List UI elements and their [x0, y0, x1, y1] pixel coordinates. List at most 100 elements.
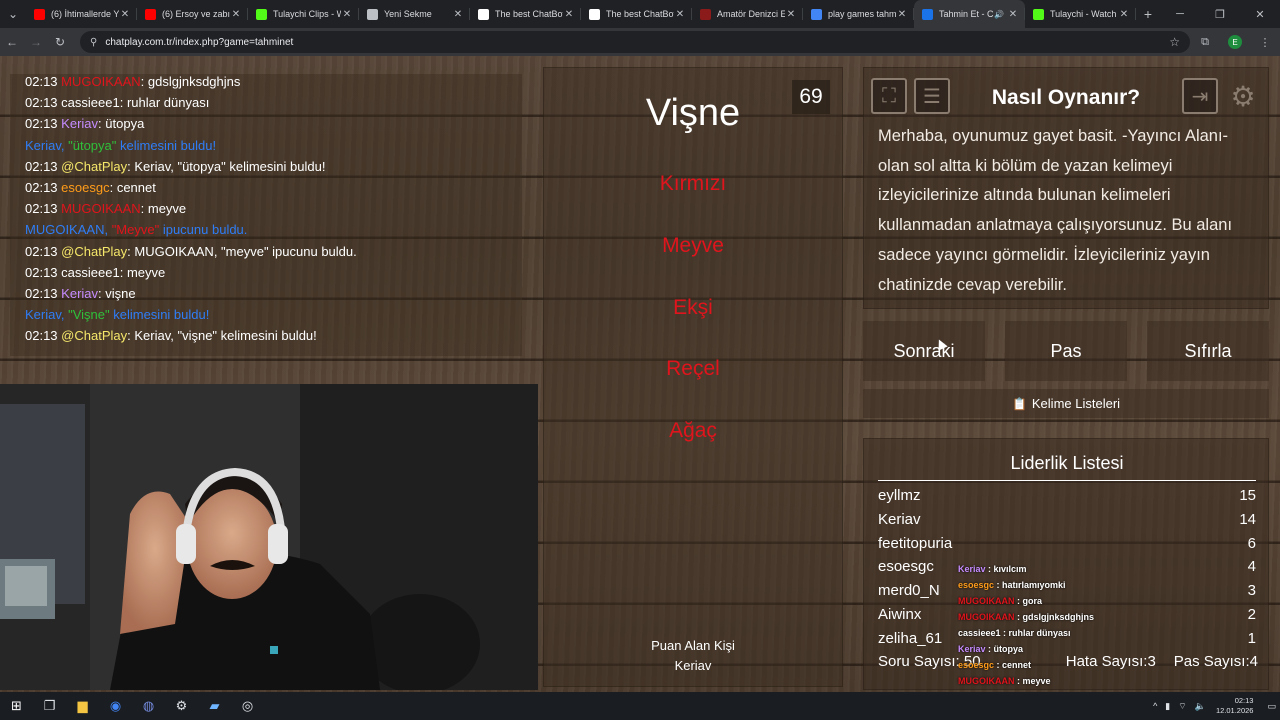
close-tab-icon[interactable]: ✕ [785, 9, 797, 20]
chat-text: kelimesini buldu! [116, 137, 217, 153]
tab-title: (6) İhtimallerde Ya [51, 9, 119, 19]
app-icon[interactable]: ▰ [198, 692, 231, 720]
chat-user: @ChatPlay [61, 328, 128, 344]
chat-user: @ChatPlay [61, 158, 128, 174]
chat-text: gdslgjnksdghjns [147, 74, 241, 89]
browser-tab[interactable]: (6) İhtimallerde Ya ✕ [26, 0, 137, 28]
browser-tab[interactable]: Tulaychi - Watch ✕ [1025, 0, 1136, 28]
chat-text: meyve [126, 264, 166, 280]
scorer-name: Keriav [674, 658, 712, 673]
browser-tab[interactable]: Yeni Sekme ✕ [359, 0, 470, 28]
chrome-icon[interactable]: ◉ [99, 692, 132, 720]
menu-kebab-icon[interactable]: ⋮ [1250, 36, 1280, 49]
browser-tab[interactable]: The best ChatBot ✕ [581, 0, 692, 28]
overlay-text: : ruhlar dünyası [1000, 628, 1071, 638]
close-tab-icon[interactable]: ✕ [896, 9, 908, 20]
player-score: 6 [1247, 534, 1256, 552]
overlay-user: esoesgc [958, 580, 995, 590]
close-tab-icon[interactable]: ✕ [119, 9, 131, 20]
banned-word: Meyve [662, 234, 724, 257]
next-button[interactable]: Sonraki [863, 321, 985, 381]
restore-icon[interactable]: ❐ [1200, 8, 1240, 21]
player-score: 15 [1239, 487, 1256, 504]
chat-message: 02:13 MUGOIKAAN: meyve [25, 198, 520, 219]
close-tab-icon[interactable]: ✕ [674, 9, 686, 20]
clock[interactable]: 02:13 12.01.2026 [1216, 696, 1254, 716]
chat-message: 02:13 esoesgc: cennet [25, 177, 520, 198]
notification-icon[interactable]: ▭ [1267, 701, 1276, 712]
player-name: feetitopuria [878, 534, 953, 552]
minimize-icon[interactable]: ─ [1160, 8, 1200, 21]
pass-button[interactable]: Pas [1005, 321, 1127, 381]
tab-title: Tulaychi - Watch [1050, 9, 1117, 19]
windows-start-icon[interactable]: ⊞ [0, 692, 33, 720]
site-info-icon[interactable]: ⚲ [90, 37, 97, 48]
chat-message: 02:13 @ChatPlay: Keriav, "vişne" kelimes… [25, 325, 520, 346]
overlay-text: : cennet [994, 660, 1032, 670]
chat-user: Keriav [61, 116, 99, 132]
overlay-chat-message: MUGOIKAAN : meyve [958, 673, 1158, 689]
extensions-icon[interactable]: ⧉ [1190, 36, 1220, 49]
word-lists-button[interactable]: 📋 Kelime Listeleri [863, 389, 1269, 418]
chat-text: cennet [116, 179, 156, 195]
tray-chevron-icon[interactable]: ^ [1153, 701, 1157, 711]
window-controls: ─ ❐ ✕ [1160, 8, 1280, 21]
chat-time: 02:13 [25, 328, 58, 344]
chat-text: kelimesini buldu! [109, 307, 210, 323]
bookmark-star-icon[interactable]: ☆ [1169, 35, 1180, 49]
how-to-play-title: Nasıl Oynanır? [991, 86, 1141, 109]
new-tab-icon[interactable]: + [1136, 6, 1160, 22]
player-name: zeliha_61 [878, 629, 943, 647]
reload-icon[interactable]: ↻ [48, 35, 72, 49]
back-arrow-icon[interactable]: ← [0, 35, 24, 49]
close-tab-icon[interactable]: ✕ [1007, 9, 1019, 20]
forward-arrow-icon[interactable]: → [24, 35, 48, 49]
network-icon[interactable]: ⌔ [1178, 701, 1186, 712]
tab-title: Amatör Denizci E [717, 9, 785, 19]
battery-icon[interactable]: ▮ [1165, 701, 1170, 712]
close-tab-icon[interactable]: ✕ [341, 9, 353, 20]
close-tab-icon[interactable]: ✕ [452, 9, 464, 20]
profile-avatar[interactable]: E [1228, 35, 1242, 49]
chat-time: 02:13 [25, 179, 58, 195]
task-view-icon[interactable]: ❐ [33, 692, 66, 720]
tab-title: The best ChatBot [606, 9, 674, 19]
banned-word: Kırmızı [659, 172, 727, 195]
chat-sep: : [119, 264, 127, 280]
close-tab-icon[interactable]: ✕ [563, 9, 575, 20]
browser-tab[interactable]: Tahmin Et - C 🔊 ✕ [914, 0, 1025, 28]
file-explorer-icon[interactable]: ▆ [66, 692, 99, 720]
chatbot-icon [589, 8, 600, 20]
youtube-icon [145, 8, 156, 20]
tab-title: (6) Ersoy ve zabıt [162, 9, 230, 19]
google-icon [811, 8, 822, 20]
youtube-icon [34, 8, 45, 20]
close-window-icon[interactable]: ✕ [1240, 8, 1280, 21]
obs-icon[interactable]: ◎ [231, 692, 264, 720]
chat-time: 02:13 [25, 285, 58, 301]
leaderboard-title: Liderlik Listesi [878, 453, 1256, 481]
browser-tab[interactable]: Amatör Denizci E ✕ [692, 0, 803, 28]
overlay-text: : hatırlamıyomki [994, 580, 1066, 590]
chat-time: 02:13 [25, 74, 58, 89]
audio-playing-icon[interactable]: 🔊 [994, 10, 1004, 19]
settings-icon[interactable]: ⚙ [165, 692, 198, 720]
reset-button[interactable]: Sıfırla [1147, 321, 1269, 381]
volume-icon[interactable]: 🔈 [1195, 701, 1206, 712]
tab-search-icon[interactable]: ⌄ [0, 0, 26, 28]
close-tab-icon[interactable]: ✕ [230, 9, 242, 20]
chat-time: 02:13 [25, 158, 58, 174]
chat-user: Keriav [61, 285, 99, 301]
browser-tab[interactable]: The best ChatBot ✕ [470, 0, 581, 28]
chat-message: MUGOIKAAN, "Meyve" ipucunu buldu. [25, 219, 520, 240]
overlay-chat-message: Keriav : ütopya [958, 641, 1158, 657]
chat-message: 02:13 MUGOIKAAN: gdslgjnksdghjns [25, 71, 520, 92]
overlay-chat-message: cassieee1 : ruhlar dünyası [958, 625, 1158, 641]
browser-tab[interactable]: Tulaychi Clips - W ✕ [248, 0, 359, 28]
browser-tab[interactable]: play games tahmi ✕ [803, 0, 914, 28]
site-icon [700, 8, 711, 20]
address-bar[interactable]: ⚲ chatplay.com.tr/index.php?game=tahmine… [80, 31, 1190, 53]
close-tab-icon[interactable]: ✕ [1118, 9, 1130, 20]
browser-tab[interactable]: (6) Ersoy ve zabıt ✕ [137, 0, 248, 28]
discord-icon[interactable]: ◍ [132, 692, 165, 720]
